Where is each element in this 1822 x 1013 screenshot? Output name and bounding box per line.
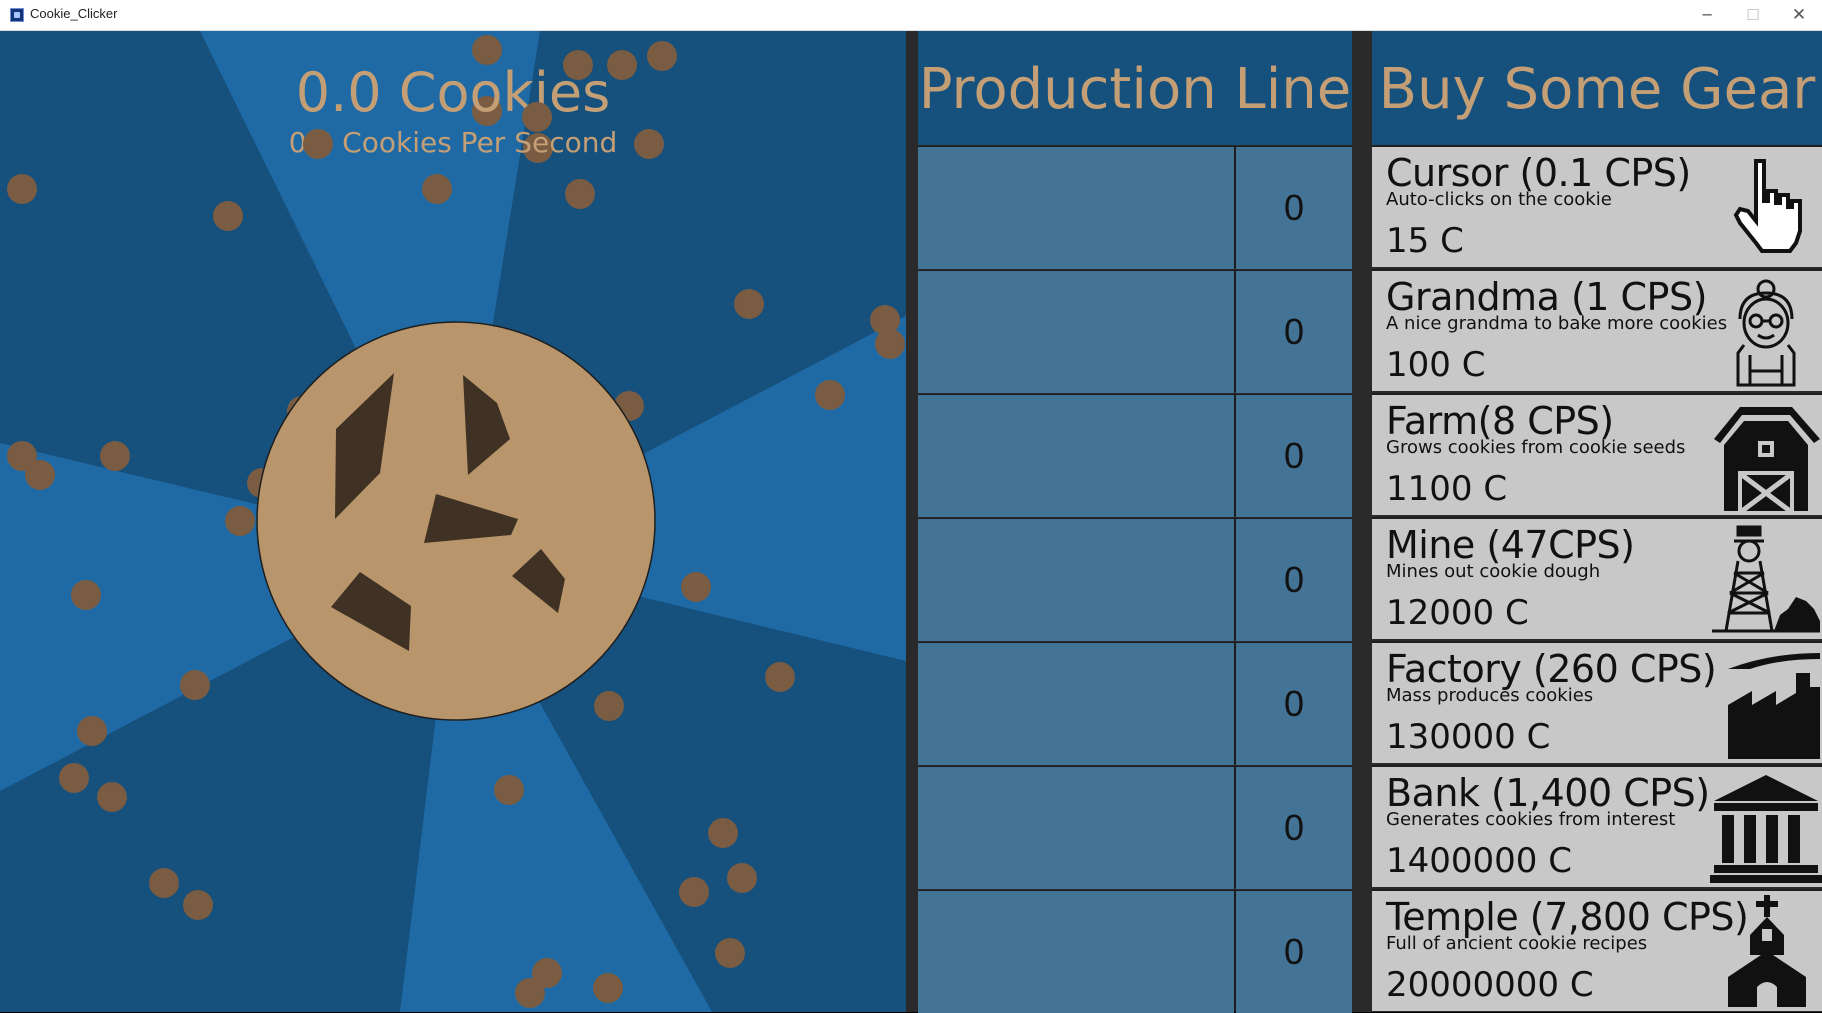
cookie-count: 0.0 Cookies [295, 61, 611, 124]
barn-icon [1714, 407, 1820, 511]
production-slot [918, 891, 1234, 1013]
production-count: 0 [1236, 519, 1352, 641]
window-titlebar: Cookie_Clicker ─ ☐ ✕ [0, 0, 1822, 31]
item-description: Mass produces cookies [1386, 685, 1594, 706]
item-price: 20000000 C [1386, 965, 1594, 1005]
production-row: 0 [918, 766, 1352, 889]
item-price: 15 C [1386, 221, 1464, 261]
production-count: 0 [1236, 147, 1352, 269]
factory-icon [1728, 653, 1820, 759]
shop-item-factory[interactable]: Factory (260 CPS) Mass produces cookies … [1372, 641, 1822, 763]
production-slot [918, 519, 1234, 641]
production-slot [918, 643, 1234, 765]
item-price: 12000 C [1386, 593, 1529, 633]
production-row: 0 [918, 146, 1352, 269]
shop-panel: Buy Some Gear Cursor (0.1 CPS) Auto-clic… [1360, 31, 1822, 1012]
production-count: 0 [1236, 891, 1352, 1013]
grandma-icon [1736, 279, 1796, 387]
shop-header: Buy Some Gear [1372, 31, 1822, 145]
item-price: 100 C [1386, 345, 1486, 385]
production-slot [918, 147, 1234, 269]
production-row: 0 [918, 270, 1352, 393]
shop-item-farm[interactable]: Farm(8 CPS) Grows cookies from cookie se… [1372, 393, 1822, 515]
shop-item-bank[interactable]: Bank (1,400 CPS) Generates cookies from … [1372, 765, 1822, 887]
item-description: A nice grandma to bake more cookies [1386, 313, 1728, 334]
cookies-per-second: 0.0 Cookies Per Second [288, 126, 618, 159]
cookie-panel: 0.0 Cookies 0.0 Cookies Per Second [0, 31, 906, 1012]
production-count: 0 [1236, 271, 1352, 393]
production-row: 0 [918, 394, 1352, 517]
falling-cookie [225, 506, 255, 536]
shop-item-cursor[interactable]: Cursor (0.1 CPS) Auto-clicks on the cook… [1372, 145, 1822, 267]
production-slot [918, 271, 1234, 393]
bank-icon [1710, 775, 1822, 883]
production-row: 0 [918, 518, 1352, 641]
window-title: Cookie_Clicker [30, 6, 118, 21]
app-icon [10, 8, 24, 22]
minimize-button[interactable]: ─ [1684, 0, 1730, 31]
close-button[interactable]: ✕ [1776, 0, 1822, 31]
item-description: Auto-clicks on the cookie [1386, 189, 1612, 210]
item-description: Generates cookies from interest [1386, 809, 1676, 830]
production-line-header: Production Line [918, 31, 1352, 145]
shop-item-grandma[interactable]: Grandma (1 CPS) A nice grandma to bake m… [1372, 269, 1822, 391]
shop-item-mine[interactable]: Mine (47CPS) Mines out cookie dough 1200… [1372, 517, 1822, 639]
production-slot [918, 395, 1234, 517]
production-count: 0 [1236, 643, 1352, 765]
big-cookie-button[interactable] [256, 321, 656, 721]
falling-cookie [565, 179, 595, 209]
item-description: Full of ancient cookie recipes [1386, 933, 1648, 954]
item-description: Mines out cookie dough [1386, 561, 1601, 582]
item-price: 1100 C [1386, 469, 1508, 509]
production-count: 0 [1236, 395, 1352, 517]
mine-tower-icon [1712, 525, 1820, 633]
maximize-button[interactable]: ☐ [1730, 0, 1776, 31]
production-row: 0 [918, 890, 1352, 1013]
production-slot [918, 767, 1234, 889]
item-price: 1400000 C [1386, 841, 1572, 881]
item-description: Grows cookies from cookie seeds [1386, 437, 1686, 458]
production-count: 0 [1236, 767, 1352, 889]
production-row: 0 [918, 642, 1352, 765]
shop-item-temple[interactable]: Temple (7,800 CPS) Full of ancient cooki… [1372, 889, 1822, 1011]
production-line-panel: Production Line 0 0 0 0 0 0 0 [906, 31, 1360, 1013]
hand-cursor-icon [1733, 159, 1802, 253]
church-icon [1728, 895, 1806, 1007]
falling-cookie [681, 572, 711, 602]
game-area: 0.0 Cookies 0.0 Cookies Per Second Produ… [0, 31, 1822, 1013]
item-price: 130000 C [1386, 717, 1551, 757]
falling-cookie [422, 174, 452, 204]
